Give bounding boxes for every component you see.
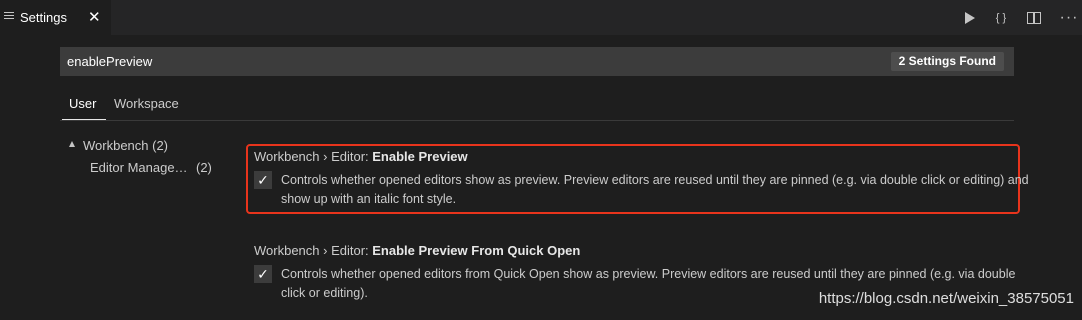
run-icon[interactable] [961,9,979,27]
setting-title: Workbench › Editor: Enable Preview [254,149,1034,167]
tab-settings[interactable]: Settings ✕ [0,0,111,35]
toc-item-workbench[interactable]: Workbench (2) [83,138,168,153]
close-icon[interactable]: ✕ [88,8,101,26]
setting-name: Enable Preview [372,149,468,164]
split-editor-icon[interactable] [1025,9,1043,27]
setting-enable-preview: Workbench › Editor: Enable Preview ✓ Con… [254,149,1034,209]
setting-name: Enable Preview From Quick Open [372,243,581,258]
tab-title: Settings [20,10,67,25]
tab-user[interactable]: User [69,96,96,111]
settings-list-icon [4,12,14,22]
toc-item-count: (2) [196,160,212,175]
divider [60,120,1014,121]
tab-workspace[interactable]: Workspace [114,96,179,111]
toc-item-editor-management[interactable]: Editor Manage… [90,160,188,175]
setting-breadcrumb: Workbench › Editor: [254,149,373,164]
chevron-down-icon[interactable] [69,141,75,147]
enable-preview-quick-open-checkbox[interactable]: ✓ [254,265,272,283]
setting-title: Workbench › Editor: Enable Preview From … [254,243,1034,261]
editor-tab-bar: Settings ✕ { } ··· [0,0,1082,35]
open-json-icon[interactable]: { } [992,9,1010,27]
more-actions-icon[interactable]: ··· [1060,9,1078,27]
setting-breadcrumb: Workbench › Editor: [254,243,373,258]
enable-preview-checkbox[interactable]: ✓ [254,171,272,189]
search-input[interactable]: enablePreview 2 Settings Found [60,47,1014,76]
search-value[interactable]: enablePreview [67,54,152,69]
setting-description: Controls whether opened editors show as … [281,173,1029,206]
watermark-text: https://blog.csdn.net/weixin_38575051 [818,290,1074,307]
results-count-badge: 2 Settings Found [890,52,1004,71]
